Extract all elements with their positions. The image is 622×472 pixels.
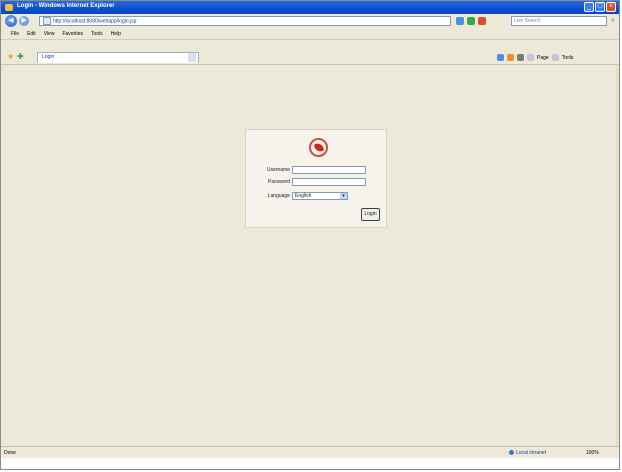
app-logo-icon — [309, 138, 328, 157]
page-menu[interactable]: Page — [537, 55, 549, 61]
login-button[interactable]: Login — [361, 208, 380, 221]
title-bar: Login - Windows Internet Explorer _ □ × — [1, 1, 619, 14]
tab-toolbar: ★ ✚ Login Page Tools — [1, 50, 619, 65]
window-title: Login - Windows Internet Explorer — [17, 3, 115, 9]
tab-close-icon[interactable] — [188, 53, 196, 62]
status-text: Done — [4, 450, 16, 456]
menu-item-tools[interactable]: Tools — [91, 31, 103, 37]
address-url: http://localhost:8080/webapp/login.jsp — [53, 18, 137, 25]
stop-icon[interactable] — [478, 17, 486, 25]
go-icon[interactable] — [456, 17, 464, 25]
menu-bar: File Edit View Favorites Tools Help — [1, 28, 619, 40]
menu-item-favorites[interactable]: Favorites — [62, 31, 83, 37]
search-icon[interactable]: ⌕ — [608, 16, 618, 26]
favorites-star-icon[interactable]: ★ — [7, 52, 14, 62]
vertical-scrollbar[interactable] — [616, 65, 619, 446]
address-toolbar: ◀ ▶ http://localhost:8080/webapp/login.j… — [1, 14, 619, 29]
zoom-level[interactable]: 100% — [586, 450, 599, 456]
menu-item-help[interactable]: Help — [111, 31, 121, 37]
address-actions — [456, 16, 496, 26]
window-bottom-edge — [1, 458, 619, 469]
login-panel: Username Password Language English ▾ Log… — [245, 129, 387, 228]
password-label: Password — [268, 179, 290, 185]
print-icon[interactable] — [517, 54, 524, 61]
password-field[interactable] — [292, 178, 366, 186]
page-menu-icon — [527, 54, 534, 61]
feeds-icon[interactable] — [507, 54, 514, 61]
language-label: Language — [267, 193, 290, 199]
page-content — [9, 65, 616, 446]
forward-arrow-icon[interactable]: ▶ — [19, 16, 29, 26]
chevron-down-icon[interactable]: ▾ — [340, 193, 347, 199]
close-button[interactable]: × — [606, 2, 616, 12]
command-bar: Page Tools — [497, 53, 619, 62]
username-field[interactable] — [292, 166, 366, 174]
language-select[interactable]: English ▾ — [292, 192, 348, 200]
address-input[interactable]: http://localhost:8080/webapp/login.jsp — [39, 16, 451, 26]
tools-menu[interactable]: Tools — [562, 55, 574, 61]
ie-app-icon — [5, 4, 13, 11]
username-label: Username — [266, 167, 290, 173]
tools-menu-icon — [551, 54, 559, 61]
search-input[interactable]: Live Search — [511, 16, 607, 26]
browser-window: Login - Windows Internet Explorer _ □ × … — [0, 0, 620, 470]
minimize-button[interactable]: _ — [584, 2, 594, 12]
refresh-icon[interactable] — [467, 17, 475, 25]
menu-item-view[interactable]: View — [44, 31, 55, 37]
menu-item-edit[interactable]: Edit — [27, 31, 36, 37]
add-favorite-icon[interactable]: ✚ — [17, 52, 24, 62]
language-value: English — [295, 193, 312, 199]
window-controls: _ □ × — [584, 2, 616, 13]
menu-item-file[interactable]: File — [11, 31, 19, 37]
security-zone: Local intranet — [509, 450, 546, 456]
tab-login[interactable]: Login — [37, 52, 199, 63]
page-icon — [43, 17, 51, 25]
back-arrow-icon[interactable]: ◀ — [5, 15, 17, 27]
tab-label: Login — [42, 54, 55, 60]
home-icon[interactable] — [497, 54, 504, 61]
maximize-button[interactable]: □ — [595, 2, 605, 12]
